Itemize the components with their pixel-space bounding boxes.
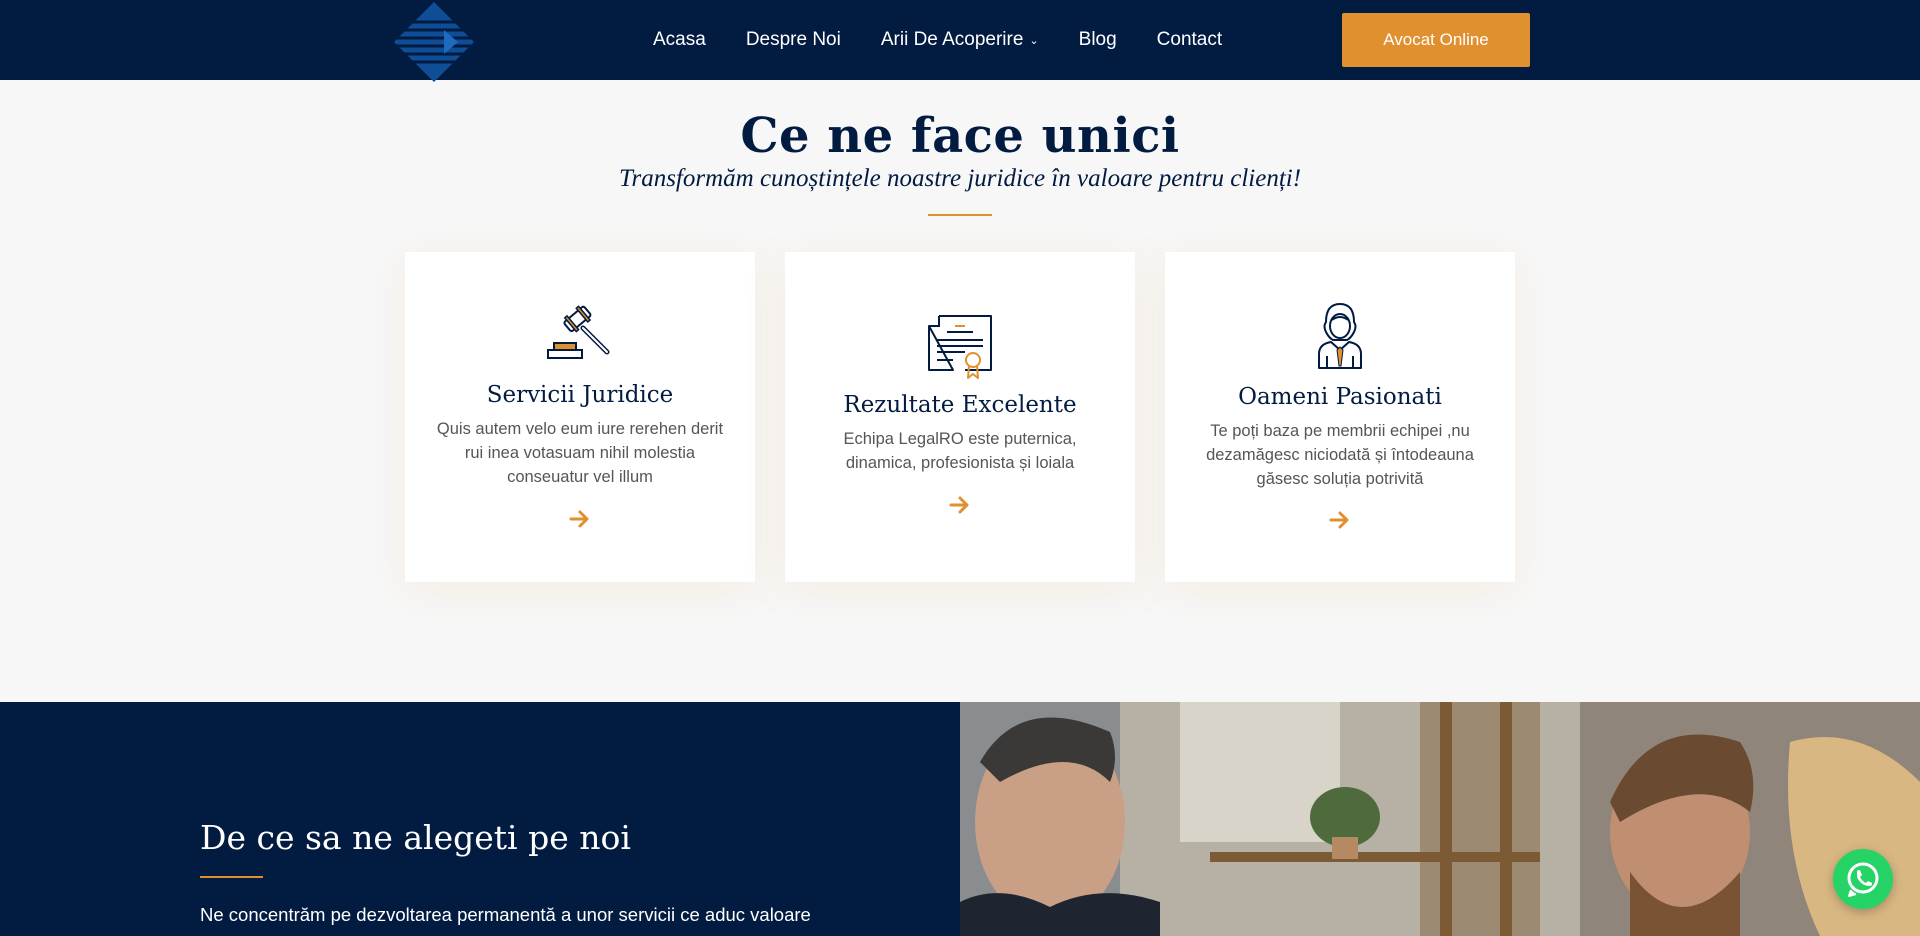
card-title: Rezultate Excelente (843, 392, 1077, 418)
gavel-icon (547, 305, 610, 359)
nav-item-arii-de-acoperire[interactable]: Arii De Acoperire ⌄ (881, 29, 1039, 51)
whatsapp-button[interactable] (1833, 849, 1893, 909)
card-text: Quis autem velo eum iure rerehen derit r… (436, 420, 724, 486)
site-header: Acasa Despre Noi Arii De Acoperire ⌄ Blog… (0, 0, 1920, 82)
certificate-icon (928, 315, 992, 379)
why-divider (200, 876, 263, 878)
feature-card-servicii-juridice: Servicii Juridice Quis autem velo eum iu… (405, 252, 755, 582)
whatsapp-icon (1847, 862, 1879, 897)
avocat-online-button[interactable]: Avocat Online (1342, 13, 1530, 67)
card-text: Te poți baza pe membrii echipei ,nu deza… (1206, 422, 1474, 488)
arrow-right-icon[interactable] (1328, 508, 1352, 532)
lawyers-photo (960, 702, 1920, 936)
card-text: Echipa LegalRO este puternica, dinamica,… (843, 430, 1077, 472)
why-title: De ce sa ne alegeti pe noi (200, 818, 631, 857)
nav-item-label: Despre Noi (745, 29, 841, 50)
section-subtitle: Transformăm cunoștințele noastre juridic… (618, 165, 1302, 192)
why-text: Ne concentrăm pe dezvoltarea permanentă … (200, 904, 811, 925)
card-title: Servicii Juridice (486, 382, 674, 408)
lawyer-icon (1318, 302, 1362, 369)
feature-card-oameni-pasionati: Oameni Pasionati Te poți baza pe membrii… (1165, 252, 1515, 582)
why-section: De ce sa ne alegeti pe noi Ne concentrăm… (0, 702, 960, 936)
nav-item-label: Arii De Acoperire (880, 29, 1024, 50)
nav-item-label: Contact (1156, 29, 1223, 50)
nav-item-acasa[interactable]: Acasa (653, 29, 706, 51)
section-title: Ce ne face unici (740, 108, 1180, 164)
nav-item-contact[interactable]: Contact (1157, 29, 1222, 51)
nav-item-despre-noi[interactable]: Despre Noi (746, 29, 841, 51)
title-divider (928, 214, 992, 216)
arrow-right-icon[interactable] (948, 493, 972, 517)
lawyers-photo-illustration (960, 702, 1920, 936)
nav-item-label: Acasa (653, 29, 706, 50)
chevron-down-icon: ⌄ (1029, 34, 1039, 47)
main-nav: Acasa Despre Noi Arii De Acoperire ⌄ Blog… (653, 0, 1262, 80)
feature-card-rezultate-excelente: Rezultate Excelente Echipa LegalRO este … (785, 252, 1135, 582)
logo-icon[interactable] (392, 0, 476, 84)
arrow-right-icon[interactable] (568, 507, 592, 531)
card-title: Oameni Pasionati (1238, 384, 1442, 410)
nav-item-label: Blog (1078, 29, 1117, 50)
nav-item-blog[interactable]: Blog (1079, 29, 1117, 51)
